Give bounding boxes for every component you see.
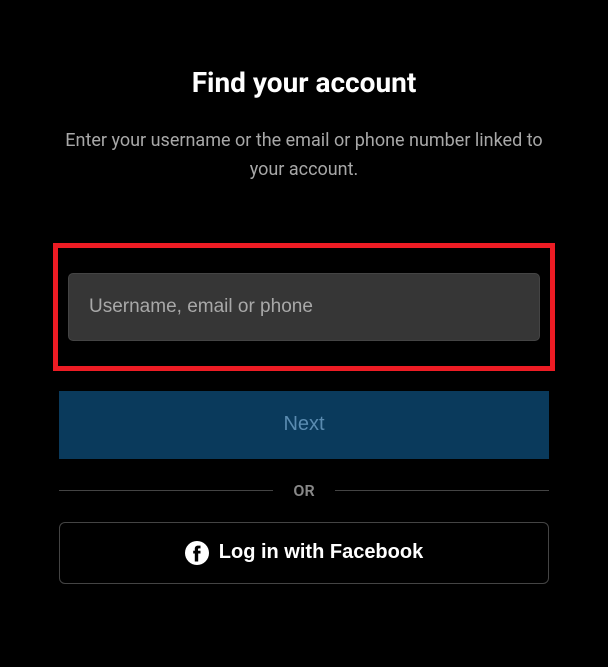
divider-line-right	[335, 490, 549, 491]
page-title: Find your account	[192, 66, 417, 99]
divider-text: OR	[273, 481, 334, 500]
divider-line-left	[59, 490, 273, 491]
next-button[interactable]: Next	[59, 391, 549, 459]
page-subtitle: Enter your username or the email or phon…	[64, 127, 544, 185]
divider: OR	[59, 481, 549, 500]
next-button-label: Next	[283, 413, 324, 436]
input-highlight-box	[53, 243, 555, 371]
facebook-login-button[interactable]: Log in with Facebook	[59, 522, 549, 584]
username-email-phone-input[interactable]	[68, 273, 540, 341]
facebook-icon	[185, 541, 209, 565]
facebook-button-label: Log in with Facebook	[219, 541, 423, 564]
